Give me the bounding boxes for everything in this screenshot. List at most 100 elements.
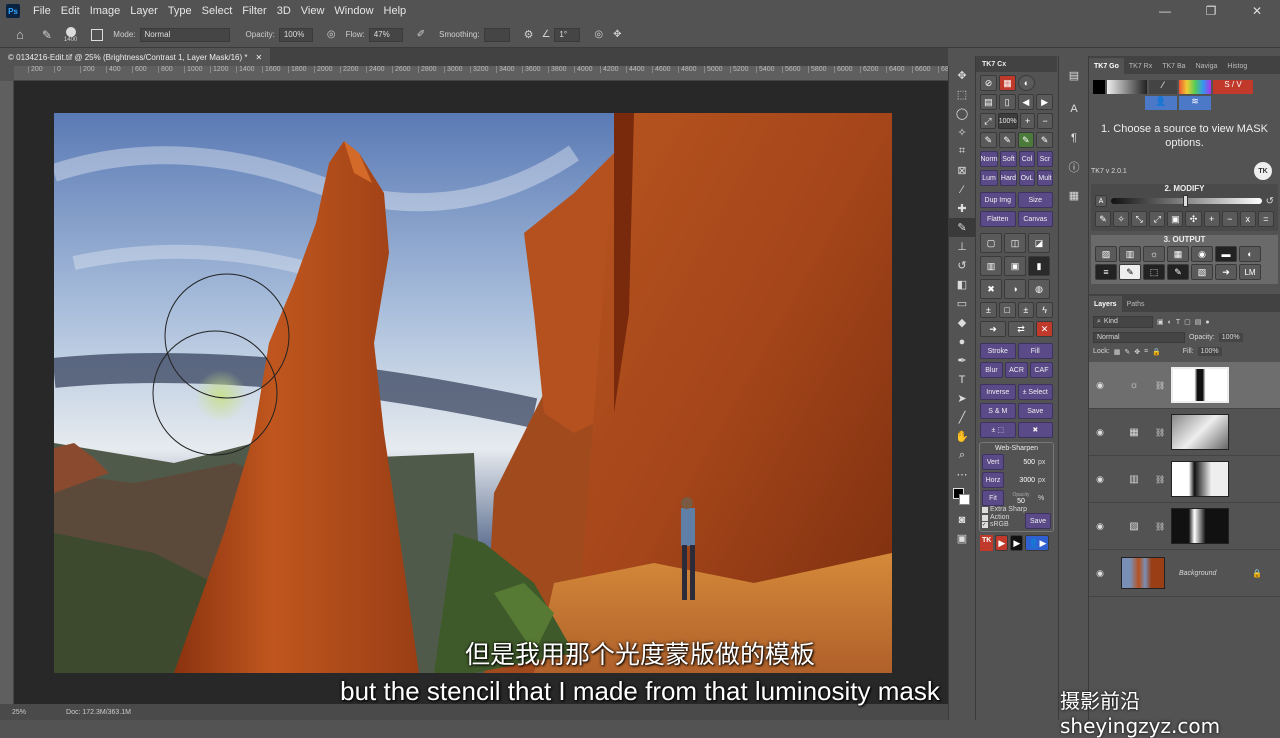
modify-wand-icon[interactable]: ✧	[1113, 211, 1130, 227]
mask-toggle-icon[interactable]: ±	[980, 302, 997, 318]
vert-button[interactable]: Vert	[982, 454, 1004, 470]
menu-view[interactable]: View	[296, 5, 330, 17]
kind-filter[interactable]: ⌕ Kind	[1093, 316, 1153, 328]
move-tool-icon[interactable]: ✥	[949, 66, 975, 85]
blur-button[interactable]: Blur	[980, 362, 1003, 378]
horz-value[interactable]: 3000	[1007, 477, 1035, 484]
extra-sharp-checkbox[interactable]	[982, 506, 988, 513]
pressure-size-icon[interactable]: ◎	[594, 29, 603, 40]
tab-tk7-rx[interactable]: TK7 Rx	[1124, 58, 1157, 74]
document-image[interactable]	[54, 113, 892, 673]
modify-contract-icon[interactable]: ⤢	[1149, 211, 1166, 227]
modify-frame-icon[interactable]: ▣	[1167, 211, 1184, 227]
link-layer-icon[interactable]: ◪	[1028, 233, 1050, 253]
filter-smart-icon[interactable]: ▤	[1195, 318, 1202, 326]
copy-layer-icon[interactable]: ▣	[1004, 256, 1026, 276]
clone-stamp-tool-icon[interactable]: ⊥	[949, 237, 975, 256]
layer-mask-thumbnail[interactable]	[1171, 508, 1230, 544]
modify-minus-button[interactable]: −	[1221, 211, 1238, 227]
filter-pixel-icon[interactable]: ▣	[1157, 318, 1164, 326]
forward-icon[interactable]: ▶	[1036, 94, 1053, 110]
new-layer-icon[interactable]: ▢	[980, 233, 1002, 253]
tab-tk7-ba[interactable]: TK7 Ba	[1157, 58, 1190, 74]
menu-help[interactable]: Help	[379, 5, 412, 17]
menu-type[interactable]: Type	[163, 5, 197, 17]
stack-layer-icon[interactable]: ▥	[980, 256, 1002, 276]
menu-image[interactable]: Image	[85, 5, 126, 17]
modify-slider[interactable]	[1111, 195, 1262, 207]
document-tab[interactable]: © 0134216-Edit.tif @ 25% (Brightness/Con…	[0, 48, 271, 66]
save-button[interactable]: Save	[1017, 403, 1053, 419]
size-button[interactable]: Size	[1017, 192, 1053, 208]
fit-screen-icon[interactable]: ⤢	[980, 113, 996, 129]
zoom-out-icon[interactable]: −	[1037, 113, 1053, 129]
paragraph-icon[interactable]: ¶	[1059, 128, 1089, 147]
settings-gear-icon[interactable]: ⚙	[524, 28, 534, 41]
green-brush-icon[interactable]: ✎	[1017, 132, 1035, 148]
layer-mask-thumbnail[interactable]	[1171, 367, 1230, 403]
output-arrow-icon[interactable]: ➜	[1215, 264, 1237, 280]
trash-icon[interactable]: ✖	[980, 279, 1002, 299]
dup-img-button[interactable]: Dup Img	[980, 192, 1016, 208]
tk-round-badge[interactable]: TK	[1254, 162, 1272, 180]
hand-tool-icon[interactable]: ✋	[949, 427, 975, 446]
lasso-tool-icon[interactable]: ◯	[949, 104, 975, 123]
marquee-tool-icon[interactable]: ⬚	[949, 85, 975, 104]
rewind-icon[interactable]: ◀	[1017, 94, 1035, 110]
horz-button[interactable]: Horz	[982, 472, 1004, 488]
blend-scr-button[interactable]: Scr	[1037, 151, 1053, 167]
menu-3d[interactable]: 3D	[272, 5, 296, 17]
rainbow-swatch[interactable]	[1179, 80, 1211, 94]
layer-row-3[interactable]: ◉ ▥ ⛓	[1089, 456, 1280, 503]
blend-norm-button[interactable]: Norm	[980, 151, 998, 167]
output-curves-icon[interactable]: ▨	[1095, 246, 1117, 262]
black-swatch[interactable]	[1093, 80, 1105, 94]
flow-field[interactable]: 47%	[368, 27, 403, 42]
modify-plus-button[interactable]: +	[1203, 211, 1220, 227]
menu-file[interactable]: File	[28, 5, 56, 17]
fill-button[interactable]: Fill	[1017, 343, 1053, 359]
output-levels-icon[interactable]: ▥	[1119, 246, 1141, 262]
lock-artboard-icon[interactable]: ⌗	[1144, 348, 1148, 356]
reset-icon[interactable]: ↺	[1266, 196, 1274, 207]
brush-tool-icon[interactable]: ✎	[42, 28, 52, 42]
action-checkbox[interactable]	[982, 514, 988, 521]
tab-layers[interactable]: Layers	[1089, 296, 1122, 312]
eraser-tool-icon[interactable]: ◧	[949, 275, 975, 294]
output-menu-icon[interactable]: ≡	[1095, 264, 1117, 280]
modify-brush-icon[interactable]: ✎	[1095, 211, 1112, 227]
minimize-button[interactable]: —	[1142, 0, 1188, 22]
layer-row-background[interactable]: ◉ Background 🔒	[1089, 550, 1280, 597]
symmetry-icon[interactable]: ✥	[613, 29, 621, 40]
pen-tool-icon[interactable]: ✒	[949, 351, 975, 370]
output-half-icon[interactable]: ◐	[1239, 246, 1261, 262]
healing-brush-tool-icon[interactable]: ✚	[949, 199, 975, 218]
visibility-eye-icon[interactable]: ◉	[1089, 427, 1111, 438]
apply-arrow-icon[interactable]: ➜	[980, 321, 1006, 337]
stroke-button[interactable]: Stroke	[980, 343, 1016, 359]
line-tool-icon[interactable]: ╱	[949, 408, 975, 427]
background-layer-name[interactable]: Background	[1179, 570, 1216, 577]
output-brush-icon[interactable]: ✎	[1119, 264, 1141, 280]
paint-icon[interactable]: ◍	[1028, 279, 1050, 299]
visibility-eye-icon[interactable]: ◉	[1089, 380, 1111, 391]
brush-panel-icon[interactable]	[91, 28, 104, 41]
quick-select-tool-icon[interactable]: ✧	[949, 123, 975, 142]
acr-button[interactable]: ACR	[1005, 362, 1028, 378]
tab-histogram[interactable]: Histog	[1222, 58, 1252, 74]
character-icon[interactable]: A	[1059, 99, 1089, 118]
history-brush-tool-icon[interactable]: ↺	[949, 256, 975, 275]
filter-adjust-icon[interactable]: ◐	[1168, 319, 1172, 326]
brush-preset-picker[interactable]: 1400	[64, 26, 77, 43]
zoom-level[interactable]: 25%	[12, 709, 26, 716]
pressure-opacity-icon[interactable]: ◎	[327, 29, 336, 40]
color-picker-icon[interactable]: ▦	[999, 75, 1016, 91]
merge-layer-icon[interactable]: ◫	[1004, 233, 1026, 253]
menu-layer[interactable]: Layer	[125, 5, 163, 17]
tk-logo-icon[interactable]: ◐	[1018, 75, 1035, 91]
flatten-button[interactable]: Flatten	[980, 211, 1016, 227]
visibility-eye-icon[interactable]: ◉	[1089, 521, 1111, 532]
cancel-x-icon[interactable]: ✕	[1036, 321, 1053, 337]
layer-row-4[interactable]: ◉ ▨ ⛓	[1089, 503, 1280, 550]
tab-paths[interactable]: Paths	[1122, 296, 1150, 312]
